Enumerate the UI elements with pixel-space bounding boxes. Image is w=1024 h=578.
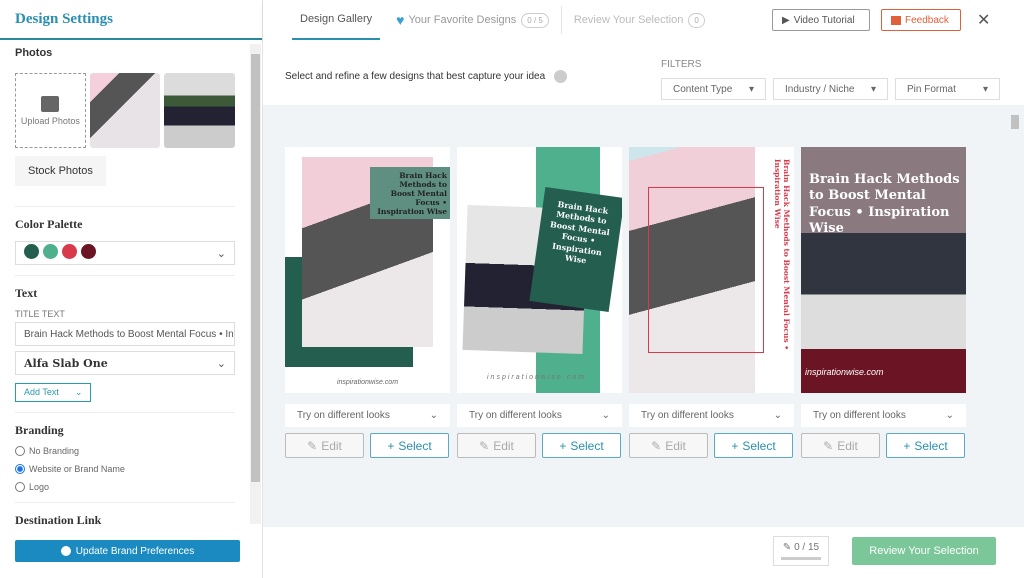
- edit-button[interactable]: ✎ Edit: [629, 433, 708, 458]
- footer: ✎ 0 / 15 Review Your Selection: [263, 527, 1024, 578]
- add-photo-icon: [41, 95, 60, 112]
- pencil-icon: ✎: [823, 438, 834, 453]
- color-palette-heading: Color Palette: [15, 217, 83, 231]
- design-card[interactable]: Brain Hack Methods to Boost Mental Focus…: [801, 147, 966, 393]
- stock-photos-button[interactable]: Stock Photos: [15, 156, 106, 186]
- filters-label: FILTERS: [661, 59, 702, 70]
- pencil-icon: ✎: [651, 438, 662, 453]
- radio-no-branding[interactable]: No Branding: [15, 446, 235, 456]
- color-swatch: [62, 244, 77, 259]
- chevron-down-icon: ⌄: [945, 410, 954, 421]
- radio-logo[interactable]: Logo: [15, 482, 235, 492]
- color-swatch: [24, 244, 39, 259]
- plus-icon: +: [559, 438, 567, 453]
- chevron-down-icon: ⌄: [601, 410, 610, 421]
- chevron-down-icon: ⌄: [773, 410, 782, 421]
- main-panel: Design Gallery ♥ Your Favorite Designs 0 /…: [263, 0, 1024, 578]
- looks-dropdown[interactable]: Try on different looks ⌄: [457, 404, 622, 427]
- design-card[interactable]: Brain Hack Methods to Boost Mental Focus…: [285, 147, 450, 393]
- design-card[interactable]: Brain Hack Methods to Boost Mental Focus…: [629, 147, 794, 393]
- card-url: inspirationwise.com: [801, 349, 966, 393]
- selection-counter: ✎ 0 / 15: [773, 536, 829, 566]
- photo-thumbnail[interactable]: [164, 73, 235, 148]
- destination-link-heading: Destination Link: [15, 513, 102, 526]
- video-tutorial-button[interactable]: ▶ Video Tutorial: [772, 9, 870, 31]
- card-title: Brain Hack Methods to Boost Mental Focus…: [370, 167, 450, 219]
- select-button[interactable]: + Select: [886, 433, 965, 458]
- play-icon: ▶: [782, 14, 790, 26]
- close-button[interactable]: ✕: [977, 10, 990, 30]
- add-text-button[interactable]: Add Text ⌄: [15, 383, 92, 402]
- plus-icon: +: [903, 438, 911, 453]
- gallery-scrollbar[interactable]: [1009, 105, 1021, 525]
- tab-review-selection[interactable]: Review Your Selection 0: [562, 0, 705, 40]
- font-select[interactable]: Alfa Slab One ⌄: [15, 351, 235, 375]
- color-palette-select[interactable]: ⌄: [15, 241, 235, 265]
- select-button[interactable]: + Select: [714, 433, 793, 458]
- upload-label: Upload Photos: [20, 115, 80, 126]
- chevron-down-icon: ⌄: [74, 387, 83, 397]
- tab-favorite-designs[interactable]: ♥ Your Favorite Designs 0 / 5: [380, 0, 549, 40]
- design-card[interactable]: Brain Hack Methods to Boost Mental Focus…: [457, 147, 622, 393]
- filter-content-type[interactable]: Content Type ▾: [661, 78, 766, 100]
- sidebar-content: Photos Upload Photos Stock Photos Color …: [0, 42, 250, 526]
- plus-icon: +: [387, 438, 395, 453]
- user-icon: [60, 546, 71, 556]
- card-title: Brain Hack Methods to Boost Mental Focus…: [773, 159, 791, 351]
- card-url: inspirationwise.com: [336, 379, 399, 386]
- plus-icon: +: [731, 438, 739, 453]
- looks-dropdown[interactable]: Try on different looks ⌄: [629, 404, 794, 427]
- edit-button[interactable]: ✎ Edit: [801, 433, 880, 458]
- pencil-icon: ✎: [782, 542, 792, 553]
- photos-heading: Photos: [15, 47, 53, 59]
- pencil-icon: ✎: [307, 438, 318, 453]
- heart-icon: ♥: [396, 12, 405, 28]
- card-title: Brain Hack Methods to Boost Mental Focus…: [809, 172, 960, 236]
- photo-thumbnail[interactable]: [89, 73, 161, 148]
- review-selection-button[interactable]: Review Your Selection: [852, 537, 996, 565]
- branding-heading: Branding: [15, 423, 64, 437]
- title-text-label: TITLE TEXT: [15, 309, 65, 319]
- top-nav: Design Gallery ♥ Your Favorite Designs 0 /…: [263, 0, 1024, 40]
- design-settings-sidebar: Design Settings Photos Upload Photos Sto…: [0, 0, 263, 578]
- tab-design-gallery[interactable]: Design Gallery: [292, 0, 381, 40]
- looks-dropdown[interactable]: Try on different looks ⌄: [285, 404, 450, 427]
- sidebar-scrollbar[interactable]: [250, 44, 261, 524]
- select-button[interactable]: + Select: [542, 433, 621, 458]
- pencil-icon: ✎: [479, 438, 490, 453]
- chevron-down-icon: ⌄: [216, 357, 226, 370]
- chevron-down-icon: ⌄: [429, 410, 438, 421]
- edit-button[interactable]: ✎ Edit: [285, 433, 364, 458]
- select-button[interactable]: + Select: [370, 433, 449, 458]
- info-icon[interactable]: [553, 70, 567, 83]
- title-text-input[interactable]: Brain Hack Methods to Boost Mental Focus…: [15, 322, 235, 346]
- color-swatch: [43, 244, 58, 259]
- text-heading: Text: [15, 286, 38, 300]
- gallery-subtitle: Select and refine a few designs that bes…: [285, 70, 567, 83]
- radio-website-brand-name[interactable]: Website or Brand Name: [15, 464, 235, 474]
- color-swatch: [81, 244, 96, 259]
- chevron-down-icon: ⌄: [216, 247, 226, 260]
- feedback-icon: [891, 15, 901, 25]
- card-title: Brain Hack Methods to Boost Mental Focus…: [529, 186, 622, 313]
- feedback-button[interactable]: Feedback: [881, 9, 961, 31]
- card-url: inspirationwise.com: [487, 374, 587, 381]
- update-brand-preferences-button[interactable]: Update Brand Preferences: [15, 540, 240, 562]
- filter-industry-niche[interactable]: Industry / Niche ▾: [773, 78, 888, 100]
- edit-button[interactable]: ✎ Edit: [457, 433, 536, 458]
- looks-dropdown[interactable]: Try on different looks ⌄: [801, 404, 966, 427]
- filter-pin-format[interactable]: Pin Format ▾: [895, 78, 1000, 100]
- upload-photos-button[interactable]: Upload Photos: [15, 73, 86, 148]
- sidebar-title: Design Settings: [0, 0, 262, 40]
